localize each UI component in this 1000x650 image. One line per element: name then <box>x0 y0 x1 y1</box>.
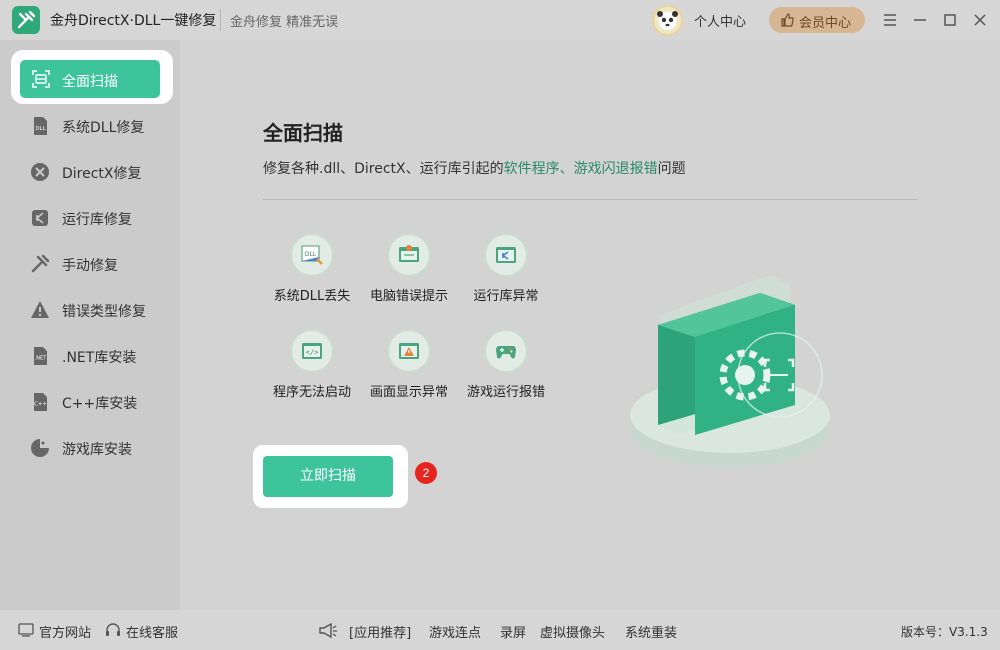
feature-error-prompt: 电脑错误提示 <box>359 233 459 313</box>
headset-icon <box>106 623 120 636</box>
vip-center-label: 会员中心 <box>799 16 852 31</box>
thumbs-up-icon <box>781 13 794 27</box>
app-logo-icon <box>12 6 40 34</box>
avatar[interactable] <box>652 5 683 36</box>
version-label: 版本号：V3.1.3 <box>901 625 988 639</box>
step-badge-2: 2 <box>415 462 437 484</box>
footer-link-virtual-camera[interactable]: 虚拟摄像头 <box>540 622 605 641</box>
footer-bar: 官方网站 在线客服 [应用推荐] 游戏连点 录屏 虚拟摄像头 系统重装 版本号：… <box>0 610 1000 650</box>
sidebar-item-label: 游戏库安装 <box>62 442 132 458</box>
feature-runtime-error: 运行库异常 <box>456 233 556 313</box>
dll-missing-icon: DLL <box>290 233 334 277</box>
game-error-icon <box>484 329 528 373</box>
feature-game-error: 游戏运行报错 <box>456 329 556 409</box>
sidebar-item-runtime[interactable]: 运行库修复 <box>30 203 170 233</box>
divider <box>263 199 917 200</box>
sidebar-item-label: 运行库修复 <box>62 212 132 228</box>
directx-icon <box>31 163 49 181</box>
scan-illustration <box>620 265 840 475</box>
footer-link-screen-record[interactable]: 录屏 <box>500 622 526 641</box>
scan-icon <box>32 70 50 88</box>
desc-suffix: 问题 <box>657 161 686 177</box>
online-service-link[interactable]: 在线客服 <box>126 622 178 641</box>
sidebar-item-error-type[interactable]: 错误类型修复 <box>30 295 170 325</box>
feature-dll-missing: DLL 系统DLL丢失 <box>262 233 362 313</box>
feature-label: 系统DLL丢失 <box>273 289 351 304</box>
app-title: 金舟DirectX·DLL一键修复 <box>50 13 217 29</box>
feature-label: 程序无法启动 <box>272 385 351 400</box>
scan-now-button[interactable]: 立即扫描 <box>263 456 393 497</box>
desc-prefix: 修复各种.dll、DirectX、运行库引起的 <box>263 161 504 177</box>
runtime-error-icon <box>484 233 528 277</box>
svg-text:DLL: DLL <box>305 251 317 258</box>
footer-link-system-reinstall[interactable]: 系统重装 <box>625 622 677 641</box>
app-slogan: 金舟修复 精准无误 <box>230 15 339 30</box>
sidebar-item-dll-repair[interactable]: DLL 系统DLL修复 <box>30 111 170 141</box>
sidebar-item-label: 手动修复 <box>62 258 118 274</box>
error-prompt-icon <box>387 233 431 277</box>
vip-center-button[interactable]: 会员中心 <box>769 7 865 33</box>
feature-label: 游戏运行报错 <box>466 385 545 400</box>
tools-icon <box>31 254 50 273</box>
menu-icon[interactable] <box>880 10 900 30</box>
sidebar-item-directx[interactable]: DirectX修复 <box>30 157 170 187</box>
feature-label: 运行库异常 <box>473 289 539 304</box>
sidebar-item-dotnet[interactable]: .NET .NET库安装 <box>30 341 170 371</box>
svg-text:.NET: .NET <box>35 356 47 362</box>
svg-text:DLL: DLL <box>35 126 46 132</box>
feature-display-error: 画面显示异常 <box>359 329 459 409</box>
title-divider <box>220 9 221 31</box>
megaphone-icon <box>319 623 337 638</box>
feature-label: 画面显示异常 <box>369 385 448 400</box>
dotnet-icon: .NET <box>34 347 47 365</box>
title-bar: 金舟DirectX·DLL一键修复 金舟修复 精准无误 个人中心 会员中心 <box>0 0 1000 40</box>
svg-text:C++: C++ <box>34 402 47 408</box>
dll-icon: DLL <box>34 117 47 135</box>
sidebar-item-label: C++库安装 <box>62 396 138 412</box>
personal-center-link[interactable]: 个人中心 <box>694 11 746 30</box>
close-icon[interactable] <box>970 10 990 30</box>
desc-highlight: 软件程序、游戏闪退报错 <box>503 161 658 177</box>
sidebar-item-label: DirectX修复 <box>62 166 142 182</box>
footer-link-game-clicker[interactable]: 游戏连点 <box>429 622 481 641</box>
sidebar-item-label: 系统DLL修复 <box>62 120 145 136</box>
page-description: 修复各种.dll、DirectX、运行库引起的软件程序、游戏闪退报错问题 <box>263 158 686 178</box>
minimize-icon[interactable] <box>910 10 930 30</box>
game-icon <box>31 439 49 457</box>
sidebar-item-cpp[interactable]: C++ C++库安装 <box>30 387 170 417</box>
maximize-icon[interactable] <box>940 10 960 30</box>
svg-text:</>: </> <box>306 349 319 357</box>
warning-icon <box>31 301 49 318</box>
app-recommend-label: [应用推荐] <box>349 626 412 641</box>
cpp-icon: C++ <box>34 393 47 411</box>
sidebar-item-manual-repair[interactable]: 手动修复 <box>30 249 170 279</box>
runtime-icon <box>32 210 48 226</box>
sidebar-item-label: 全面扫描 <box>62 74 118 90</box>
sidebar-item-label: 错误类型修复 <box>62 304 146 320</box>
home-icon <box>18 623 34 637</box>
sidebar-item-label: .NET库安装 <box>62 350 137 366</box>
display-error-icon <box>387 329 431 373</box>
sidebar-item-full-scan[interactable]: 全面扫描 <box>20 60 160 98</box>
feature-program-start: </> 程序无法启动 <box>262 329 362 409</box>
page-title: 全面扫描 <box>263 121 343 145</box>
program-start-icon: </> <box>290 329 334 373</box>
sidebar-item-game-lib[interactable]: 游戏库安装 <box>30 433 170 463</box>
official-site-link[interactable]: 官方网站 <box>39 622 91 641</box>
feature-label: 电脑错误提示 <box>369 289 448 304</box>
